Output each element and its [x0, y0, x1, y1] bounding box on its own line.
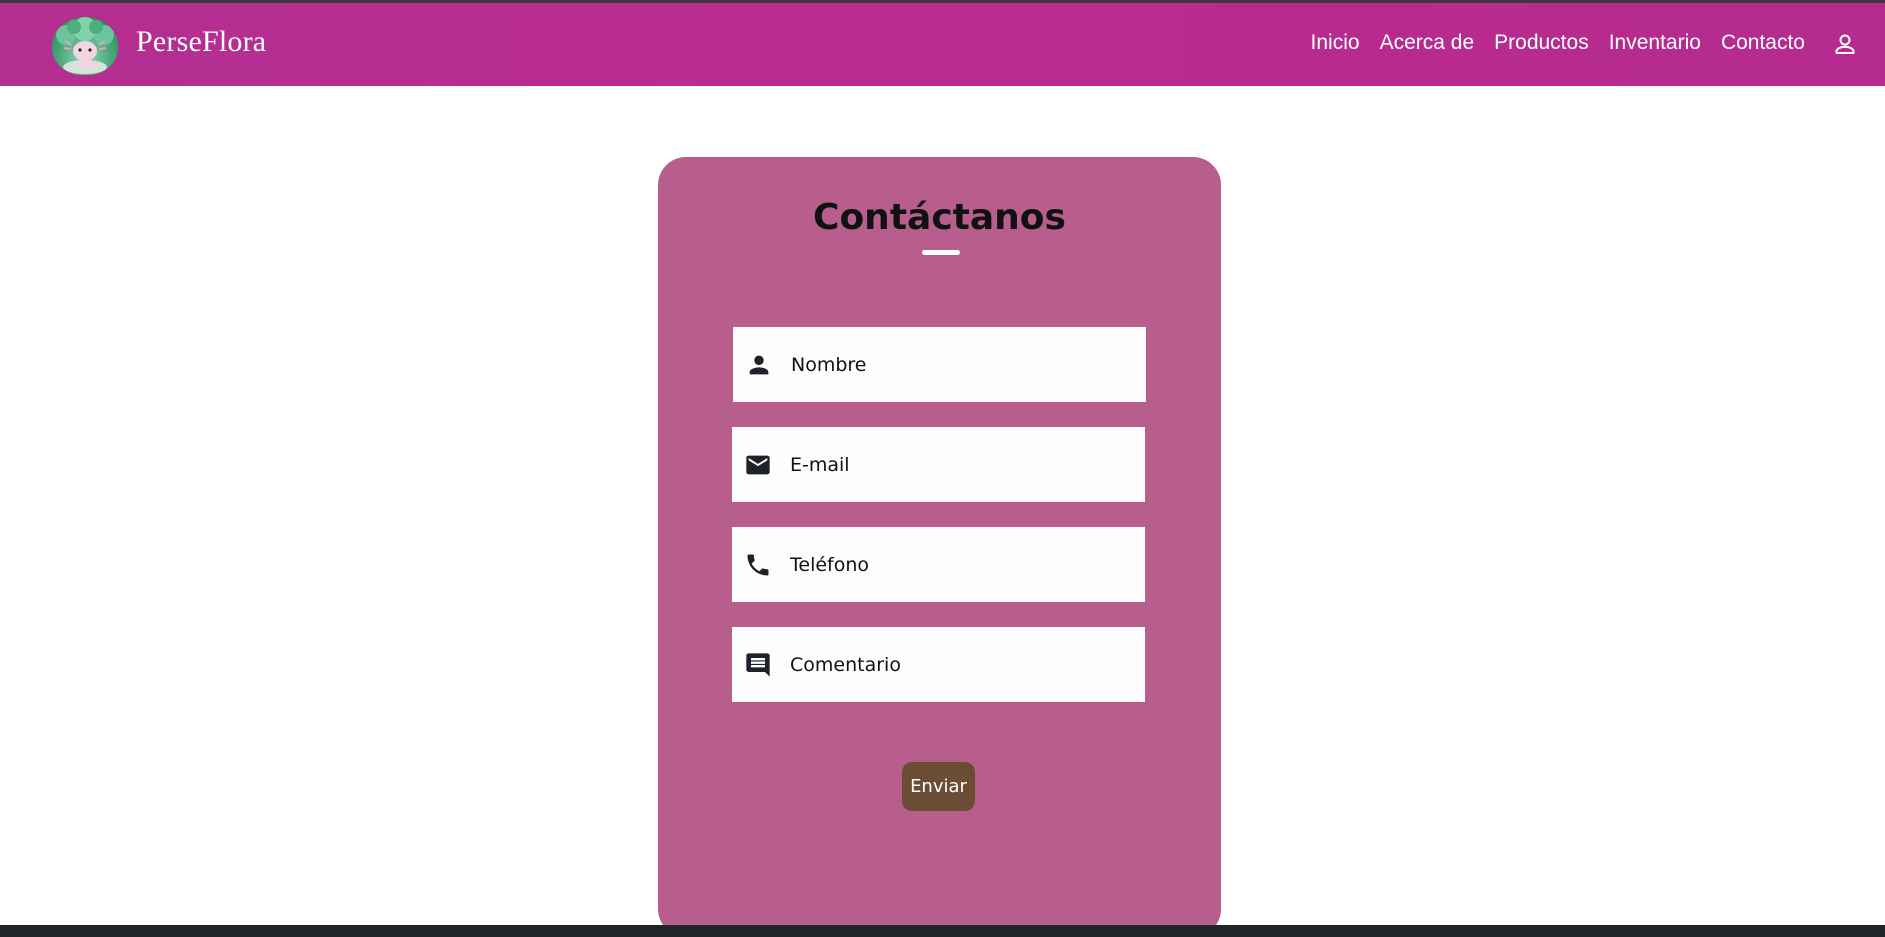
- brand-name[interactable]: PerseFlora: [136, 25, 266, 59]
- name-field[interactable]: [733, 327, 1146, 402]
- navbar: PerseFlora Inicio Acerca de Productos In…: [0, 3, 1885, 86]
- person-icon: [745, 351, 773, 379]
- axolotl-logo-icon[interactable]: [52, 17, 118, 75]
- comment-icon: [744, 651, 772, 679]
- email-field[interactable]: [732, 427, 1145, 502]
- nav-item-acerca-de[interactable]: Acerca de: [1380, 31, 1475, 55]
- nav-item-inicio[interactable]: Inicio: [1311, 31, 1360, 55]
- nav-item-productos[interactable]: Productos: [1494, 31, 1589, 55]
- mail-icon: [744, 451, 772, 479]
- user-icon[interactable]: [1833, 32, 1857, 56]
- nav-item-contacto[interactable]: Contacto: [1721, 31, 1805, 55]
- contact-title: Contáctanos: [813, 197, 1066, 238]
- nav-item-inventario[interactable]: Inventario: [1609, 31, 1701, 55]
- email-input[interactable]: [790, 444, 1120, 485]
- submit-button[interactable]: Enviar: [902, 762, 975, 811]
- title-underline: [922, 250, 960, 255]
- name-input[interactable]: [791, 344, 1121, 385]
- phone-input[interactable]: [790, 544, 1120, 585]
- comment-field[interactable]: [732, 627, 1145, 702]
- main-nav: Inicio Acerca de Productos Inventario Co…: [1311, 31, 1805, 55]
- phone-icon: [744, 551, 772, 579]
- comment-input[interactable]: [790, 644, 1120, 685]
- phone-field[interactable]: [732, 527, 1145, 602]
- window-bottom-strip: [0, 925, 1885, 937]
- contact-card: Contáctanos Enviar: [658, 157, 1221, 937]
